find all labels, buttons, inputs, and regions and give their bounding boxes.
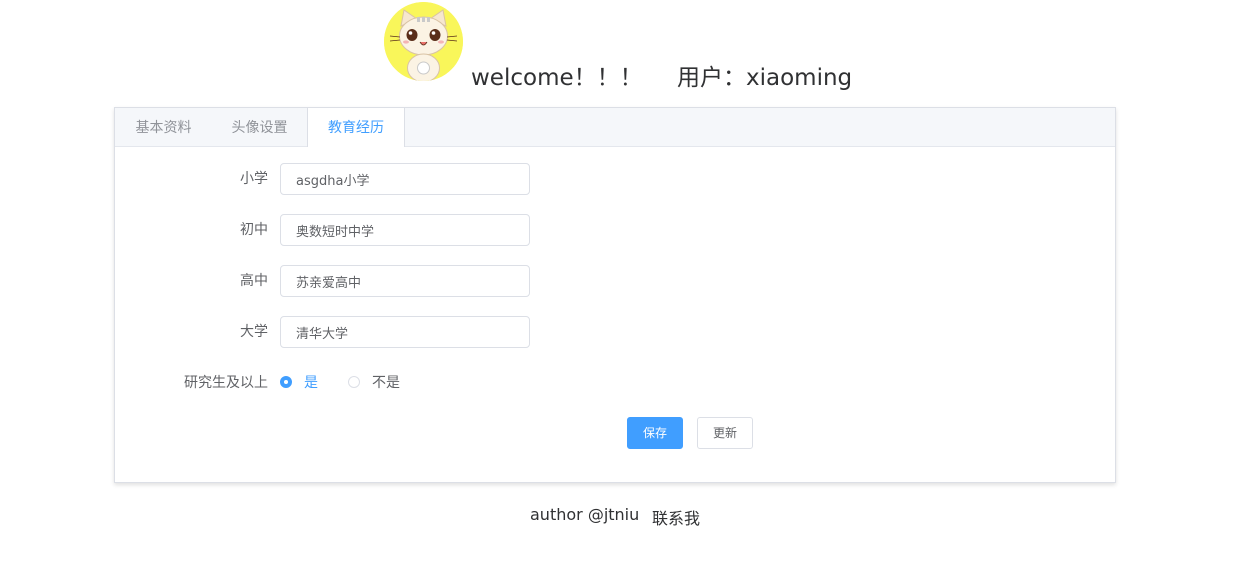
postgrad-row: 研究生及以上 是 不是	[115, 367, 1115, 399]
tab-avatar-settings[interactable]: 头像设置	[212, 108, 307, 147]
postgrad-no-label: 不是	[372, 375, 400, 391]
primary-school-row: 小学	[115, 163, 1115, 195]
primary-school-input[interactable]	[280, 163, 530, 195]
radio-unchecked-icon	[348, 376, 360, 388]
junior-high-input[interactable]	[280, 214, 530, 246]
save-button[interactable]: 保存	[627, 417, 683, 449]
cat-avatar-icon	[384, 2, 463, 81]
welcome-text: welcome！！！	[471, 65, 643, 91]
tab-education[interactable]: 教育经历	[307, 108, 405, 147]
junior-high-row: 初中	[115, 214, 1115, 246]
update-button[interactable]: 更新	[697, 417, 753, 449]
author-credit: author @jtniu	[530, 505, 640, 524]
postgrad-yes-label: 是	[304, 375, 318, 391]
university-input[interactable]	[280, 316, 530, 348]
senior-high-row: 高中	[115, 265, 1115, 297]
username-label: 用户：xiaoming	[677, 65, 853, 91]
contact-link[interactable]: 联系我	[652, 505, 700, 529]
profile-card: 基本资料 头像设置 教育经历 小学 初中 高中 大学 研究生及以上 是 不是 保…	[114, 107, 1116, 483]
page-header: welcome！！！ 用户：xiaoming	[0, 0, 1258, 100]
avatar[interactable]	[384, 2, 463, 81]
junior-high-label: 初中	[240, 222, 268, 238]
radio-checked-icon	[280, 376, 292, 388]
university-label: 大学	[240, 324, 268, 340]
university-row: 大学	[115, 316, 1115, 348]
senior-high-label: 高中	[240, 273, 268, 289]
primary-school-label: 小学	[240, 171, 268, 187]
postgrad-label: 研究生及以上	[184, 375, 268, 391]
senior-high-input[interactable]	[280, 265, 530, 297]
tab-basic-info[interactable]: 基本资料	[115, 108, 212, 147]
tab-bar: 基本资料 头像设置 教育经历	[115, 108, 1115, 147]
